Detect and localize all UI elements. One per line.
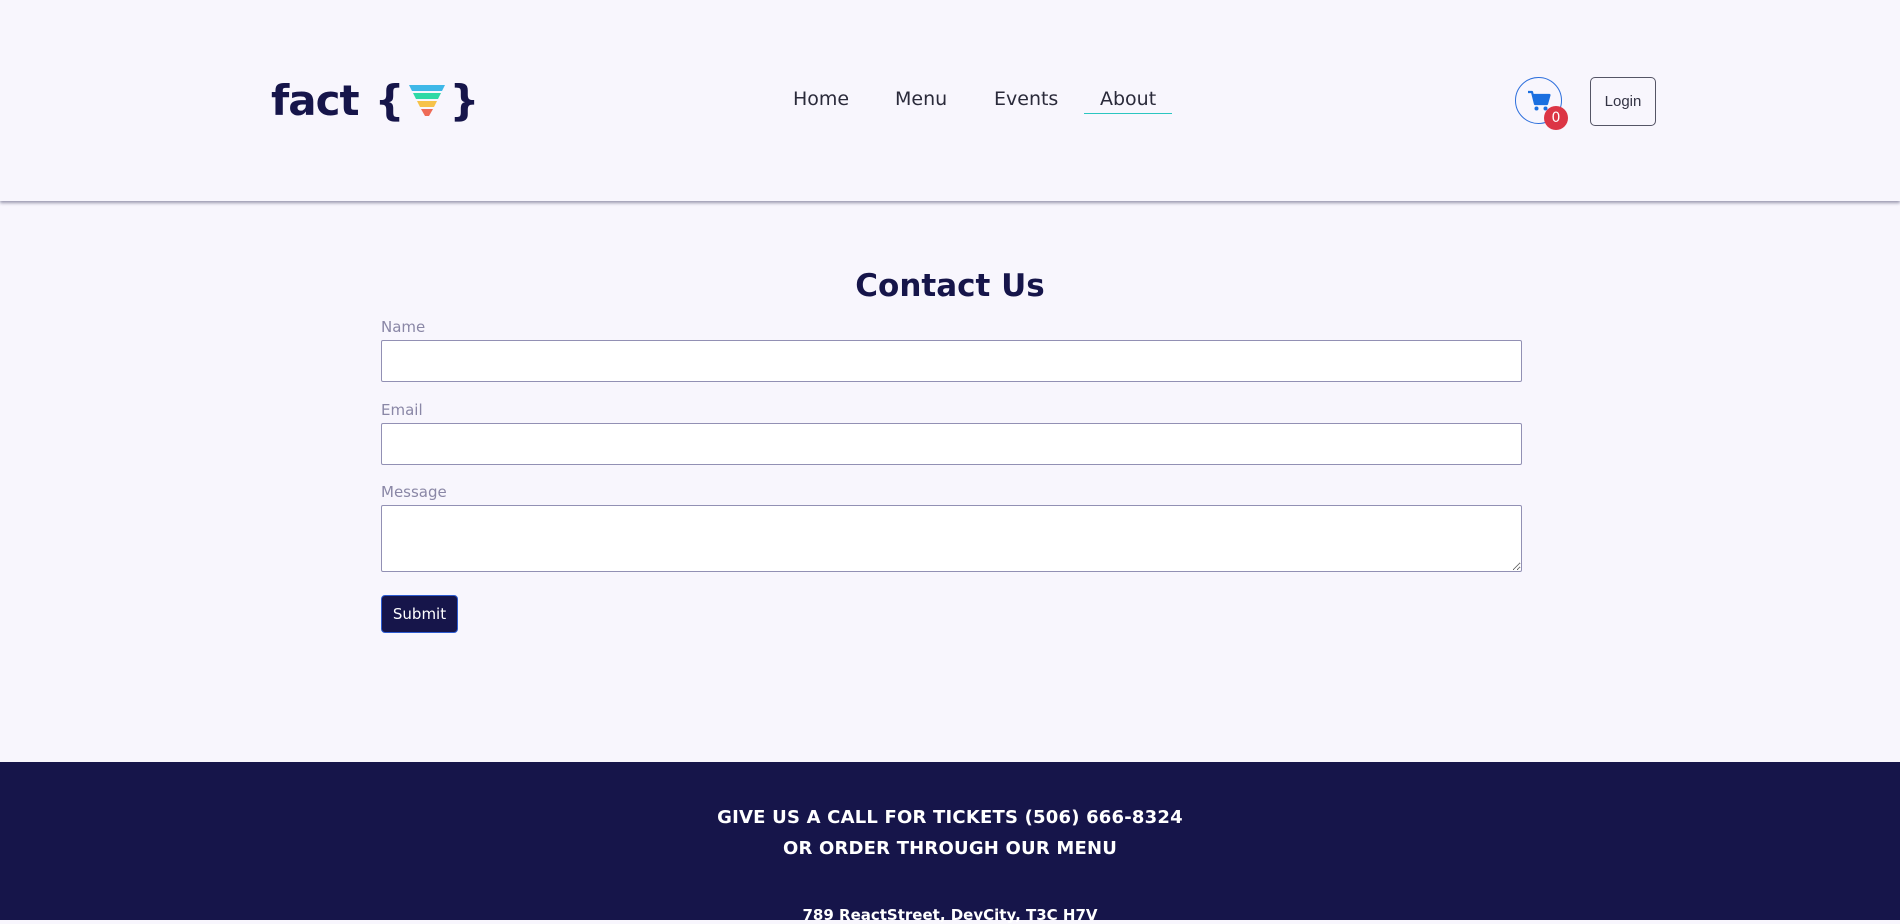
message-field[interactable] xyxy=(381,505,1522,572)
nav-item-about[interactable]: About xyxy=(1084,88,1173,114)
name-label: Name xyxy=(381,318,426,336)
nav-item-menu[interactable]: Menu xyxy=(895,88,947,110)
page-title: Contact Us xyxy=(855,268,1045,304)
message-label: Message xyxy=(381,483,447,501)
footer-address: 789 ReactStreet, DevCity, T3C H7V xyxy=(802,906,1098,924)
logo-close-brace: } xyxy=(449,75,480,125)
email-field[interactable] xyxy=(381,423,1522,465)
contact-section: Contact Us Name Email Message Submit xyxy=(0,202,1900,762)
nav-item-events[interactable]: Events xyxy=(994,88,1058,110)
site-logo[interactable]: fact { } xyxy=(271,75,480,125)
submit-button[interactable]: Submit xyxy=(381,595,458,633)
footer-phone-line: GIVE US A CALL FOR TICKETS (506) 666-832… xyxy=(717,807,1183,828)
site-header: fact { } Home Menu Events About 0 Login xyxy=(0,0,1900,201)
site-footer: GIVE US A CALL FOR TICKETS (506) 666-832… xyxy=(0,762,1900,924)
login-button[interactable]: Login xyxy=(1590,77,1656,126)
nav-item-home[interactable]: Home xyxy=(793,88,849,110)
email-label: Email xyxy=(381,401,423,419)
name-field[interactable] xyxy=(381,340,1522,382)
logo-word: fact xyxy=(271,75,360,125)
footer-order-line: OR ORDER THROUGH OUR MENU xyxy=(782,838,1118,859)
cart-count-badge: 0 xyxy=(1544,106,1568,130)
v-gradient-icon xyxy=(408,85,445,116)
logo-open-brace: { xyxy=(374,75,405,125)
